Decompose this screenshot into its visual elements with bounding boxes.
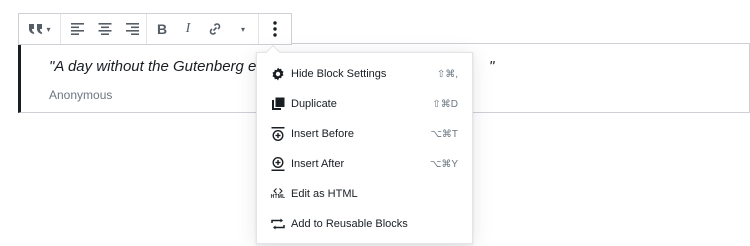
quote-text[interactable]: "A day without the Gutenberg editor [49,58,286,75]
menu-item-duplicate[interactable]: Duplicate ⇧⌘D [257,89,472,119]
block-settings-menu: Hide Block Settings ⇧⌘, Duplicate ⇧⌘D In… [256,44,473,244]
menu-item-shortcut: ⌥⌘Y [429,158,458,170]
menu-item-hide-block-settings[interactable]: Hide Block Settings ⇧⌘, [257,59,472,89]
link-button[interactable] [201,14,229,44]
menu-item-shortcut: ⇧⌘D [432,98,458,110]
html-icon: HTML [271,187,285,201]
reusable-block-icon [271,217,285,231]
menu-item-edit-as-html[interactable]: HTML Edit as HTML [257,179,472,209]
align-center-button[interactable] [91,14,118,44]
quote-text-end[interactable]: " [489,58,494,75]
menu-item-shortcut: ⇧⌘, [436,68,458,80]
chevron-down-icon: ▾ [240,24,245,34]
gear-icon [271,67,285,81]
menu-item-label: Duplicate [291,98,337,110]
align-center-icon [98,23,112,35]
align-right-icon [125,23,139,35]
more-formatting-button[interactable]: ▾ [229,14,255,44]
alignment-group [61,14,147,44]
formatting-group: B I ▾ [147,14,259,44]
quote-style-group: ▾ [19,14,61,44]
html-icon-text: HTML [270,194,286,200]
menu-item-add-to-reusable-blocks[interactable]: Add to Reusable Blocks [257,209,472,239]
chevron-down-icon: ▾ [46,24,51,34]
menu-item-insert-after[interactable]: Insert After ⌥⌘Y [257,149,472,179]
bold-icon: B [156,21,168,37]
quote-style-button[interactable]: ▾ [19,14,60,44]
duplicate-icon [271,97,285,111]
menu-item-label: Edit as HTML [291,188,358,200]
menu-item-label: Hide Block Settings [291,68,387,80]
more-options-group [259,14,291,44]
menu-item-label: Insert After [291,158,345,170]
quote-icon [28,23,44,35]
insert-before-icon [271,127,285,141]
menu-item-label: Add to Reusable Blocks [291,218,408,230]
align-right-button[interactable] [118,14,145,44]
italic-button[interactable]: I [175,14,201,44]
insert-after-icon [271,157,285,171]
menu-item-shortcut: ⌥⌘T [430,128,458,140]
link-icon [208,22,222,36]
more-options-button[interactable] [259,14,291,44]
quote-citation[interactable]: Anonymous [49,88,112,102]
menu-item-insert-before[interactable]: Insert Before ⌥⌘T [257,119,472,149]
ellipsis-vertical-icon [273,21,277,37]
bold-button[interactable]: B [149,14,175,44]
italic-icon: I [185,21,191,36]
align-left-button[interactable] [64,14,91,44]
align-left-icon [70,23,85,35]
menu-item-label: Insert Before [291,128,354,140]
block-toolbar: ▾ B I ▾ [18,13,292,45]
